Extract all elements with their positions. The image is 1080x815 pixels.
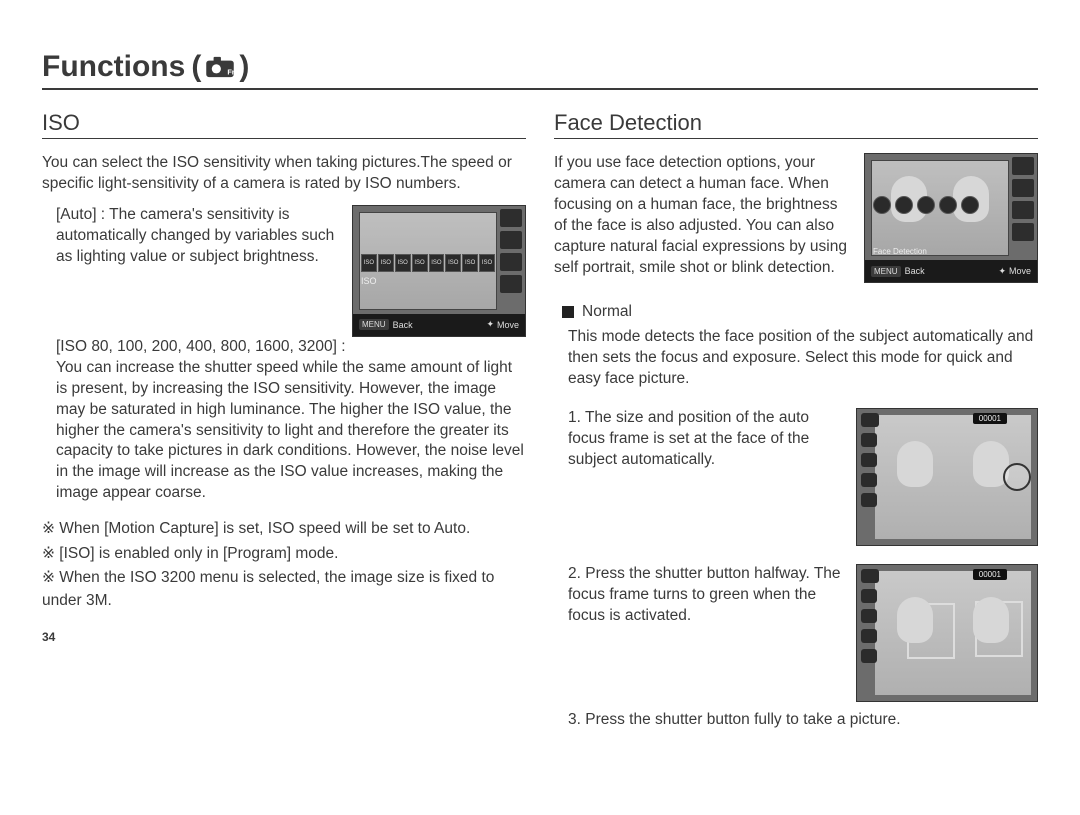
face-mode-icon [961, 196, 979, 214]
manual-page: Functions ( Fn ) ISO You can select the … [0, 0, 1080, 761]
iso-chip: ISO [361, 254, 377, 272]
step-2-text: 2. Press the shutter button halfway. The… [568, 564, 842, 627]
normal-mode-heading: Normal [562, 303, 1038, 321]
face-detection-label: Face Detection [873, 247, 927, 256]
normal-label: Normal [582, 303, 632, 321]
iso-range-block: [ISO 80, 100, 200, 400, 800, 1600, 3200]… [56, 337, 526, 504]
step-1-screenshot: 00001 [856, 408, 1038, 546]
iso-current-label: ISO [361, 276, 377, 286]
focus-ring-icon [1003, 463, 1031, 491]
screenshot-bottom-bar: MENU Back ✦ Move [353, 314, 525, 336]
iso-chip: ISO [378, 254, 394, 272]
iso-chip: ISO [412, 254, 428, 272]
step-3-text: 3. Press the shutter button fully to tak… [568, 710, 1038, 731]
face-mode-icon [895, 196, 913, 214]
back-label: Back [393, 320, 413, 330]
face-shape [897, 597, 933, 643]
face-shape [973, 597, 1009, 643]
status-icon [861, 433, 877, 447]
iso-chip: ISO [462, 254, 478, 272]
iso-text: ISO [361, 276, 377, 286]
face-menu-screenshot: Face Detection MENU Back ✦ Move [864, 153, 1038, 283]
face-intro-row: If you use face detection options, your … [554, 153, 1038, 283]
faces-illustration [897, 597, 1009, 643]
sidebar-icon [1012, 223, 1034, 241]
iso-notes: ※ When [Motion Capture] is set, ISO spee… [42, 518, 526, 612]
paren-close: ) [239, 50, 249, 84]
iso-chip: ISO [395, 254, 411, 272]
camera-mode-icon [861, 569, 879, 583]
status-icon [861, 649, 877, 663]
iso-range-text: You can increase the shutter speed while… [56, 358, 526, 504]
iso-chip: ISO [445, 254, 461, 272]
face-shape [897, 441, 933, 487]
page-header: Functions ( Fn ) [42, 50, 1038, 90]
face-intro: If you use face detection options, your … [554, 153, 852, 279]
iso-section: ISO You can select the ISO sensitivity w… [42, 110, 526, 741]
screenshot-sidebar [500, 209, 522, 310]
sidebar-icon [500, 275, 522, 293]
note-item: ※ [ISO] is enabled only in [Program] mod… [42, 543, 526, 565]
sidebar-icon [500, 253, 522, 271]
sidebar-icon [1012, 179, 1034, 197]
back-label: Back [905, 266, 925, 276]
iso-heading: ISO [42, 110, 526, 139]
iso-value-strip: ISO ISO ISO ISO ISO ISO ISO ISO [361, 254, 495, 272]
sidebar-icon [1012, 157, 1034, 175]
note-item: ※ When the ISO 3200 menu is selected, th… [42, 567, 526, 612]
title-icon-group: ( Fn ) [191, 50, 249, 84]
move-label: Move [497, 320, 519, 330]
shot-counter: 00001 [973, 413, 1007, 424]
normal-text: This mode detects the face position of t… [568, 327, 1038, 390]
step-1-text: 1. The size and position of the auto foc… [568, 408, 842, 471]
iso-auto-text-wrap: [Auto] : The camera's sensitivity is aut… [56, 205, 342, 268]
status-icon [861, 589, 877, 603]
page-title: Functions [42, 50, 185, 84]
svg-text:Fn: Fn [228, 67, 236, 76]
status-icon [861, 629, 877, 643]
face-mode-icon [873, 196, 891, 214]
sidebar-icon [1012, 201, 1034, 219]
status-icon [861, 473, 877, 487]
face-mode-icon [917, 196, 935, 214]
shot-counter: 00001 [973, 569, 1007, 580]
iso-menu-screenshot: ISO ISO ISO ISO ISO ISO ISO ISO ISO [352, 205, 526, 337]
faces-illustration [897, 441, 1009, 487]
page-number: 34 [42, 630, 526, 644]
step-1-row: 1. The size and position of the auto foc… [568, 408, 1038, 546]
camera-fn-icon: Fn [205, 56, 235, 78]
iso-auto-label: [Auto] : [56, 206, 105, 223]
dpad-icon: ✦ [998, 266, 1005, 277]
note-item: ※ When [Motion Capture] is set, ISO spee… [42, 518, 526, 540]
iso-intro: You can select the ISO sensitivity when … [42, 153, 526, 195]
sidebar-icon [500, 231, 522, 249]
step-2-screenshot: 00001 [856, 564, 1038, 702]
camera-mode-icon [861, 413, 879, 427]
move-label: Move [1009, 266, 1031, 276]
dpad-icon: ✦ [486, 319, 493, 330]
bullet-square-icon [562, 306, 574, 318]
status-icon [861, 609, 877, 623]
face-mode-icon [939, 196, 957, 214]
sidebar-icon [500, 209, 522, 227]
menu-badge: MENU [871, 266, 901, 277]
iso-auto-block: [Auto] : The camera's sensitivity is aut… [56, 205, 526, 337]
iso-chip: ISO [479, 254, 495, 272]
status-icon [861, 493, 877, 507]
iso-range-label: [ISO 80, 100, 200, 400, 800, 1600, 3200]… [56, 337, 526, 358]
left-icon-column [861, 589, 877, 663]
status-icon [861, 453, 877, 467]
step-2-row: 2. Press the shutter button halfway. The… [568, 564, 1038, 702]
screenshot-bottom-bar: MENU Back ✦ Move [865, 260, 1037, 282]
left-icon-column [861, 433, 877, 507]
face-heading: Face Detection [554, 110, 1038, 139]
paren-open: ( [191, 50, 201, 84]
screenshot-sidebar [1012, 157, 1034, 256]
face-detection-section: Face Detection If you use face detection… [554, 110, 1038, 741]
photo-area [875, 571, 1031, 695]
iso-chip: ISO [429, 254, 445, 272]
menu-badge: MENU [359, 319, 389, 330]
two-column-layout: ISO You can select the ISO sensitivity w… [42, 110, 1038, 741]
face-mode-strip [873, 196, 1007, 212]
